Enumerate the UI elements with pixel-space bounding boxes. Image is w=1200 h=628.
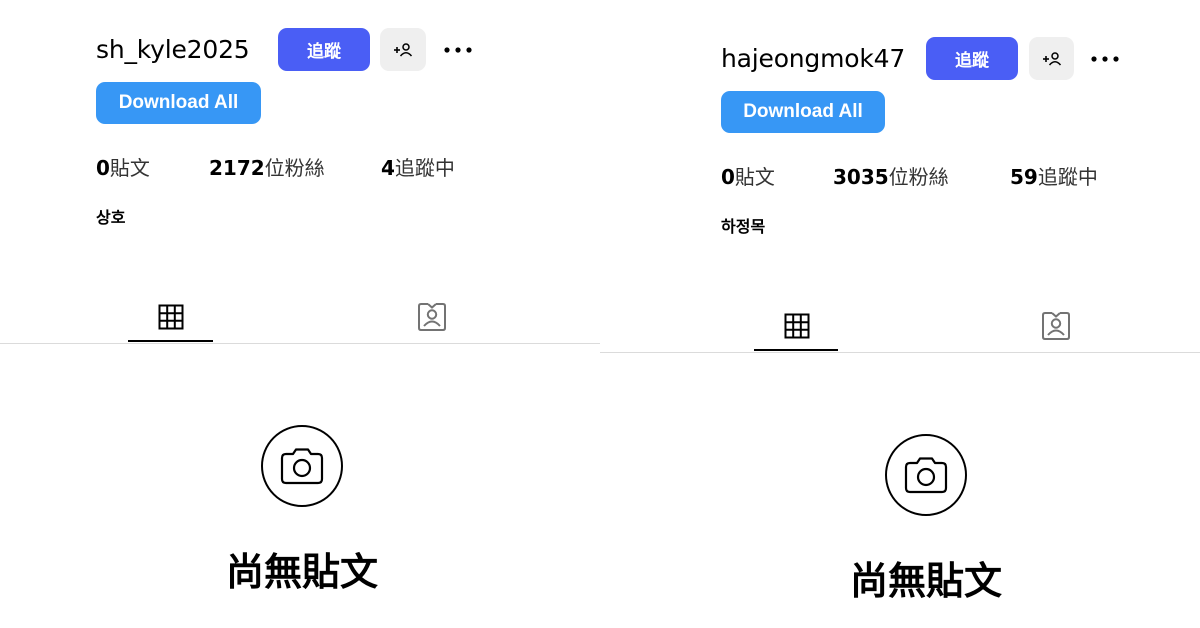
- empty-state-icon-circle: [261, 425, 343, 507]
- stat-followers-count: 2172: [209, 156, 265, 180]
- add-user-icon: [394, 42, 413, 57]
- more-horizontal-icon: [444, 47, 472, 53]
- stat-following-count: 4: [381, 156, 395, 180]
- stat-posts-label: 貼文: [734, 165, 775, 189]
- stat-posts: 0貼文: [96, 152, 150, 181]
- add-user-icon: [1042, 51, 1061, 66]
- profile-stats: 0貼文 3035位粉絲 59追蹤中: [721, 161, 1141, 189]
- tab-tagged[interactable]: [1013, 301, 1099, 351]
- camera-icon: [904, 457, 948, 494]
- tab-posts-grid[interactable]: [754, 301, 840, 351]
- empty-state-title: 尚無貼文: [225, 550, 378, 594]
- tagged-person-icon: [1042, 312, 1070, 340]
- tab-posts-grid[interactable]: [128, 292, 214, 342]
- empty-state-icon-circle: [885, 434, 967, 516]
- profile-full-name: 상호: [96, 208, 126, 227]
- stat-following[interactable]: 59追蹤中: [1010, 161, 1098, 190]
- stat-followers[interactable]: 3035位粉絲: [833, 161, 949, 190]
- stat-posts-count: 0: [96, 156, 110, 180]
- stat-posts-count: 0: [721, 165, 735, 189]
- download-all-button[interactable]: Download All: [96, 82, 261, 124]
- tab-divider: [0, 343, 600, 344]
- stat-followers-label: 位粉絲: [264, 156, 325, 180]
- tagged-person-icon: [418, 303, 446, 331]
- profile-panel: sh_kyle2025 追蹤 Download All 0貼文 2172位粉絲 …: [0, 0, 600, 628]
- stat-following-count: 59: [1010, 165, 1038, 189]
- more-horizontal-icon: [1091, 56, 1119, 62]
- profile-full-name: 하정목: [721, 217, 766, 236]
- stat-followers-label: 位粉絲: [888, 165, 949, 189]
- camera-icon: [280, 448, 324, 485]
- profile-panel: hajeongmok47 追蹤 Download All 0貼文 3035位粉絲…: [600, 0, 1200, 628]
- suggest-users-button[interactable]: [1029, 37, 1074, 80]
- more-options-button[interactable]: [1087, 45, 1123, 73]
- grid-icon: [158, 304, 184, 330]
- grid-icon: [784, 313, 810, 339]
- empty-state-title: 尚無貼文: [849, 559, 1002, 603]
- stat-following-label: 追蹤中: [394, 156, 455, 180]
- follow-button[interactable]: 追蹤: [278, 28, 370, 71]
- stat-posts: 0貼文: [721, 161, 775, 190]
- active-tab-indicator: [128, 340, 213, 342]
- more-options-button[interactable]: [440, 36, 476, 64]
- tab-tagged[interactable]: [389, 292, 475, 342]
- split-screenshot: sh_kyle2025 追蹤 Download All 0貼文 2172位粉絲 …: [0, 0, 1200, 628]
- download-all-button[interactable]: Download All: [721, 91, 885, 133]
- active-tab-indicator: [754, 349, 838, 351]
- follow-button[interactable]: 追蹤: [926, 37, 1018, 80]
- stat-posts-label: 貼文: [109, 156, 150, 180]
- profile-username: hajeongmok47: [721, 44, 906, 73]
- profile-stats: 0貼文 2172位粉絲 4追蹤中: [96, 152, 516, 180]
- stat-followers-count: 3035: [833, 165, 889, 189]
- profile-username: sh_kyle2025: [96, 35, 250, 64]
- suggest-users-button[interactable]: [380, 28, 426, 71]
- stat-following[interactable]: 4追蹤中: [381, 152, 455, 181]
- tab-divider: [600, 352, 1200, 353]
- stat-following-label: 追蹤中: [1037, 165, 1098, 189]
- stat-followers[interactable]: 2172位粉絲: [209, 152, 325, 181]
